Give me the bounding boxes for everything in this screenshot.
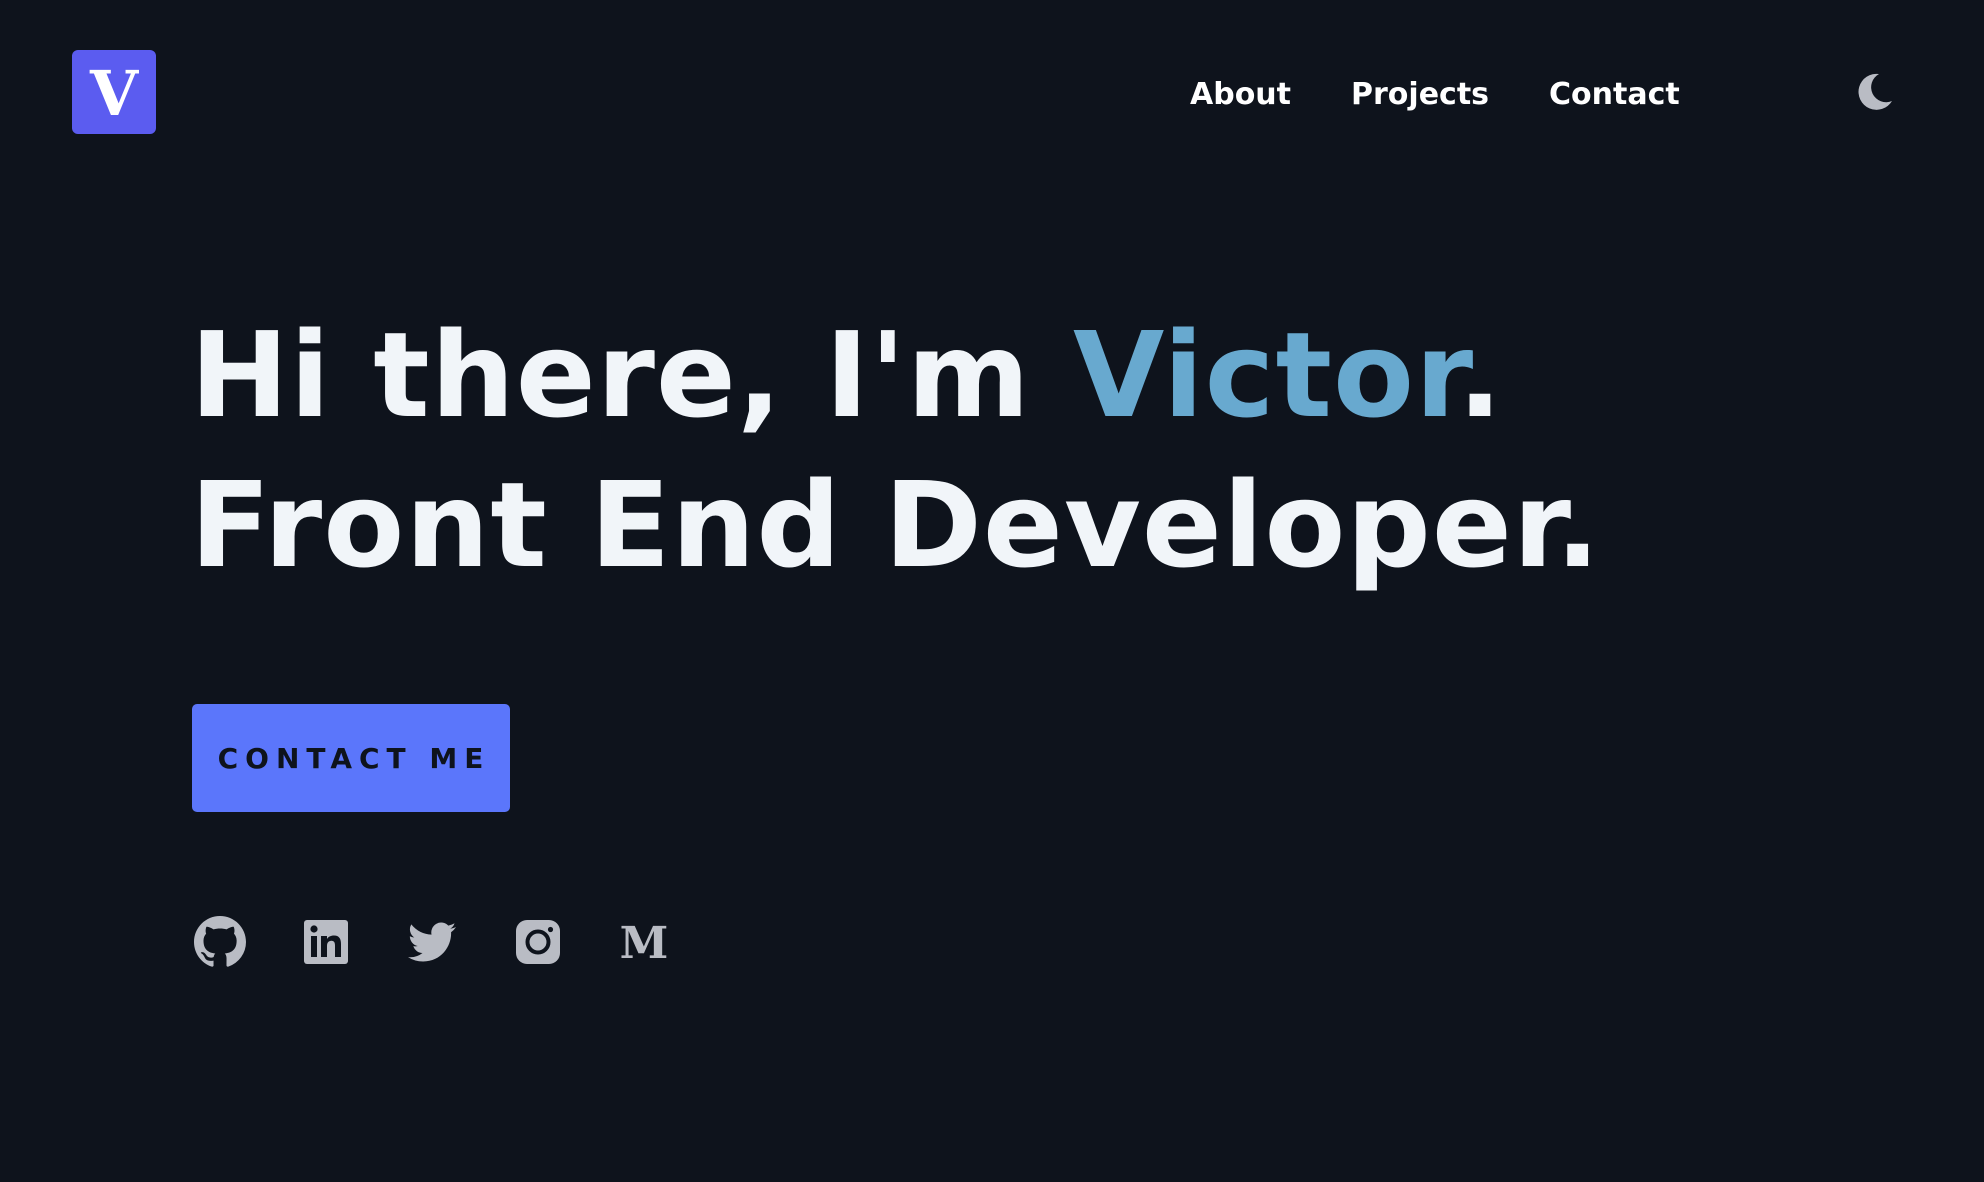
instagram-link[interactable] xyxy=(510,914,566,970)
main-nav: About Projects Contact xyxy=(1190,70,1680,118)
hero-name: Victor xyxy=(1072,306,1458,444)
social-links: M xyxy=(192,914,672,970)
medium-icon: M xyxy=(619,918,669,969)
linkedin-link[interactable] xyxy=(298,914,354,970)
site-header: V About Projects Contact xyxy=(0,0,1984,190)
twitter-link[interactable] xyxy=(404,914,460,970)
moon-icon xyxy=(1858,73,1892,110)
theme-toggle-button[interactable] xyxy=(1852,70,1896,114)
github-icon xyxy=(194,916,246,967)
medium-link[interactable]: M xyxy=(616,914,672,970)
hero-section: Hi there, I'm Victor. Front End Develope… xyxy=(190,300,1790,600)
nav-link-projects[interactable]: Projects xyxy=(1351,77,1489,112)
linkedin-icon xyxy=(304,920,348,964)
logo-letter: V xyxy=(89,57,139,130)
logo[interactable]: V xyxy=(72,50,156,134)
hero-greeting-prefix: Hi there, I'm xyxy=(190,306,1073,444)
twitter-icon xyxy=(408,922,456,962)
nav-link-contact[interactable]: Contact xyxy=(1549,77,1680,112)
contact-me-button[interactable]: CONTACT ME xyxy=(192,704,510,812)
hero-greeting: Hi there, I'm Victor. xyxy=(190,300,1790,450)
nav-link-about[interactable]: About xyxy=(1190,77,1291,112)
instagram-icon xyxy=(516,920,560,964)
hero-greeting-suffix: . xyxy=(1457,306,1504,444)
github-link[interactable] xyxy=(192,914,248,970)
hero-role: Front End Developer. xyxy=(190,456,1602,594)
